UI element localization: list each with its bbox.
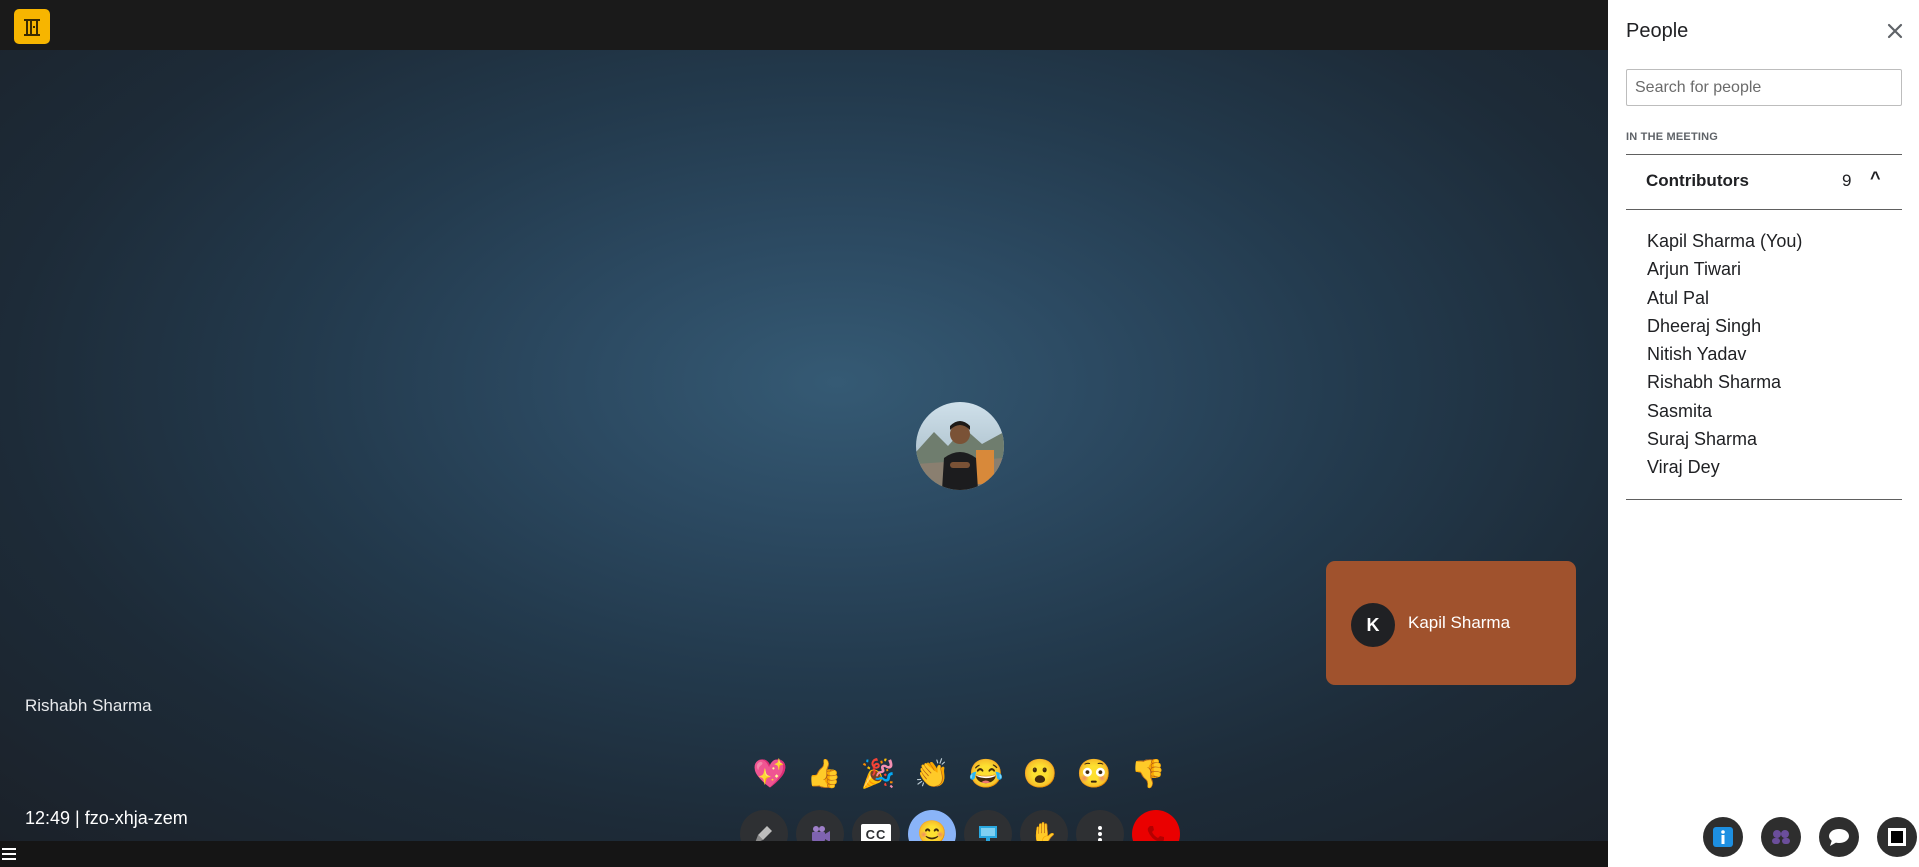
list-item[interactable]: Dheeraj Singh	[1647, 314, 1802, 342]
activities-button[interactable]	[1877, 817, 1917, 857]
search-people-input[interactable]	[1626, 69, 1902, 106]
list-item[interactable]: Rishabh Sharma	[1647, 370, 1802, 398]
video-area	[0, 50, 1608, 841]
contributors-count: 9	[1842, 171, 1852, 190]
menu-icon[interactable]	[2, 848, 16, 860]
list-item[interactable]: Kapil Sharma (You)	[1647, 229, 1802, 257]
reactions-bar: 💖 👍 🎉 👏 😂 😮 😳 👎	[752, 756, 1166, 792]
flushed-face-icon[interactable]: 😳	[1076, 756, 1112, 792]
self-video-tile[interactable]: K Kapil Sharma	[1326, 561, 1576, 685]
door-logo-icon	[14, 9, 50, 44]
list-item[interactable]: Nitish Yadav	[1647, 342, 1802, 370]
list-item[interactable]: Sasmita	[1647, 399, 1802, 427]
contributors-label: Contributors	[1646, 171, 1749, 190]
list-item[interactable]: Viraj Dey	[1647, 455, 1802, 483]
self-name-label: Kapil Sharma	[1408, 613, 1511, 632]
tears-of-joy-icon[interactable]: 😂	[968, 756, 1004, 792]
panel-title: People	[1626, 20, 1689, 42]
bottom-bar	[0, 841, 1608, 867]
list-item[interactable]: Atul Pal	[1647, 286, 1802, 314]
panel-switcher	[1703, 817, 1917, 857]
people-panel: People IN THE MEETING Contributors 9 ^ K…	[1608, 0, 1919, 867]
speaker-avatar	[916, 402, 1004, 490]
self-avatar-initial: K	[1351, 603, 1395, 647]
sparkling-heart-icon[interactable]: 💖	[752, 756, 788, 792]
activities-icon	[1888, 828, 1906, 846]
thumbs-down-icon[interactable]: 👎	[1130, 756, 1166, 792]
meeting-time-and-code: 12:49 | fzo-xhja-zem	[25, 808, 188, 828]
people-button[interactable]	[1761, 817, 1801, 857]
in-meeting-label: IN THE MEETING	[1626, 131, 1719, 143]
close-icon	[1887, 23, 1903, 39]
thumbs-up-icon[interactable]: 👍	[806, 756, 842, 792]
active-speaker-name: Rishabh Sharma	[25, 696, 152, 715]
meeting-app: Rishabh Sharma 12:49 | fzo-xhja-zem K Ka…	[0, 0, 1919, 867]
divider	[1626, 154, 1902, 155]
close-panel-button[interactable]	[1884, 20, 1906, 42]
party-popper-icon[interactable]: 🎉	[860, 756, 896, 792]
chat-icon	[1829, 829, 1849, 846]
contributors-group-toggle[interactable]: Contributors 9 ^	[1626, 156, 1902, 208]
video-stage: Rishabh Sharma 12:49 | fzo-xhja-zem K Ka…	[0, 0, 1608, 867]
list-item[interactable]: Suraj Sharma	[1647, 427, 1802, 455]
list-item[interactable]: Arjun Tiwari	[1647, 257, 1802, 285]
info-icon	[1713, 827, 1733, 847]
chevron-up-icon: ^	[1870, 168, 1881, 188]
top-bar	[0, 0, 1608, 50]
divider	[1626, 209, 1902, 210]
chat-button[interactable]	[1819, 817, 1859, 857]
info-button[interactable]	[1703, 817, 1743, 857]
people-icon	[1772, 830, 1790, 844]
people-list: Kapil Sharma (You) Arjun Tiwari Atul Pal…	[1647, 229, 1802, 484]
surprised-face-icon[interactable]: 😮	[1022, 756, 1058, 792]
divider	[1626, 499, 1902, 500]
clapping-hands-icon[interactable]: 👏	[914, 756, 950, 792]
